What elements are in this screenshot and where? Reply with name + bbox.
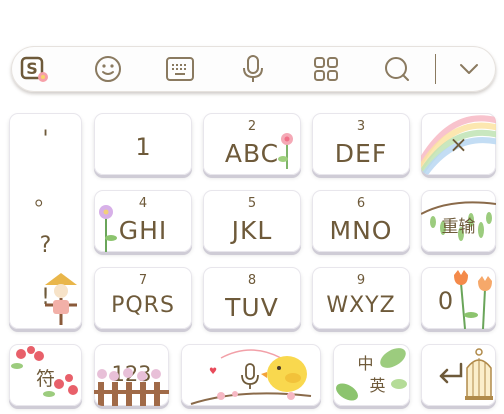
- delete-x-icon: ×: [449, 133, 468, 158]
- retype-key[interactable]: 重输: [421, 190, 496, 252]
- candidate-toolbar: S: [11, 46, 496, 92]
- symbols-label: 符: [35, 368, 55, 390]
- key-jkl[interactable]: 5 JKL: [203, 190, 301, 252]
- collapse-keyboard-button[interactable]: [447, 46, 491, 92]
- symbol-question[interactable]: ?: [9, 233, 82, 258]
- key-ghi[interactable]: 4 GHI: [94, 190, 192, 252]
- sogou-logo-button[interactable]: S: [13, 46, 57, 92]
- retype-label: 重输: [441, 217, 476, 237]
- delete-key[interactable]: ×: [421, 113, 496, 175]
- key-tuv-number: 8: [247, 273, 257, 288]
- voice-input-button[interactable]: [231, 46, 275, 92]
- key-jkl-letters: JKL: [231, 216, 273, 245]
- space-microphone-icon: [241, 363, 259, 389]
- emoji-button[interactable]: [86, 46, 130, 92]
- enter-key[interactable]: [421, 344, 496, 406]
- lavender-flower-icon: [99, 205, 117, 252]
- scarecrow-icon: [45, 273, 77, 325]
- key-def[interactable]: 3 DEF: [312, 113, 410, 175]
- birdcage-icon: [465, 348, 493, 400]
- key-mno-number: 6: [356, 196, 366, 211]
- collapse-chevron-icon: [460, 64, 478, 74]
- key-1-label: 1: [135, 133, 151, 161]
- language-english-label: 英: [369, 376, 386, 395]
- key-jkl-number: 5: [247, 196, 257, 211]
- flower-fence-icon: [94, 368, 169, 406]
- toolbar-divider: [435, 54, 436, 84]
- search-icon: [385, 57, 409, 81]
- symbol-apostrophe[interactable]: ': [9, 127, 82, 152]
- language-chinese-label: 中: [357, 354, 374, 373]
- keyboard-switch-button[interactable]: [158, 46, 202, 92]
- key-0-label: 0: [437, 287, 454, 315]
- sogou-logo-icon: S: [20, 56, 48, 82]
- key-tuv[interactable]: 8 TUV: [203, 267, 301, 329]
- language-switch-key[interactable]: 中 英: [333, 344, 410, 406]
- flower-icon: [278, 133, 293, 169]
- symbols-key[interactable]: 符: [9, 344, 82, 406]
- svg-text:♥: ♥: [209, 367, 217, 377]
- svg-text:S: S: [26, 59, 38, 78]
- key-wxyz-number: 9: [356, 273, 366, 288]
- symbol-column-key[interactable]: ' 。 ? !: [9, 113, 82, 329]
- key-pqrs-letters: PQRS: [111, 293, 175, 318]
- microphone-icon: [243, 55, 263, 82]
- key-abc[interactable]: 2 ABC: [203, 113, 301, 175]
- key-mno-letters: MNO: [329, 216, 393, 245]
- keyboard-icon: [166, 57, 194, 81]
- enter-arrow-icon: [439, 362, 463, 384]
- key-def-letters: DEF: [334, 139, 388, 168]
- key-0[interactable]: 0: [421, 267, 496, 329]
- space-voice-key[interactable]: ♥: [181, 344, 321, 406]
- key-tuv-letters: TUV: [225, 293, 279, 322]
- number-mode-key[interactable]: 123: [94, 344, 169, 406]
- key-1[interactable]: 1: [94, 113, 192, 175]
- key-wxyz[interactable]: 9 WXYZ: [312, 267, 410, 329]
- search-button[interactable]: [375, 46, 419, 92]
- emoji-icon: [95, 56, 121, 82]
- grid-apps-icon: [314, 57, 338, 81]
- key-pqrs-number: 7: [138, 273, 148, 288]
- apps-grid-button[interactable]: [304, 46, 348, 92]
- key-mno[interactable]: 6 MNO: [312, 190, 410, 252]
- key-def-number: 3: [356, 119, 366, 134]
- symbol-period[interactable]: 。: [9, 180, 82, 212]
- key-pqrs[interactable]: 7 PQRS: [94, 267, 192, 329]
- key-wxyz-letters: WXYZ: [326, 293, 396, 318]
